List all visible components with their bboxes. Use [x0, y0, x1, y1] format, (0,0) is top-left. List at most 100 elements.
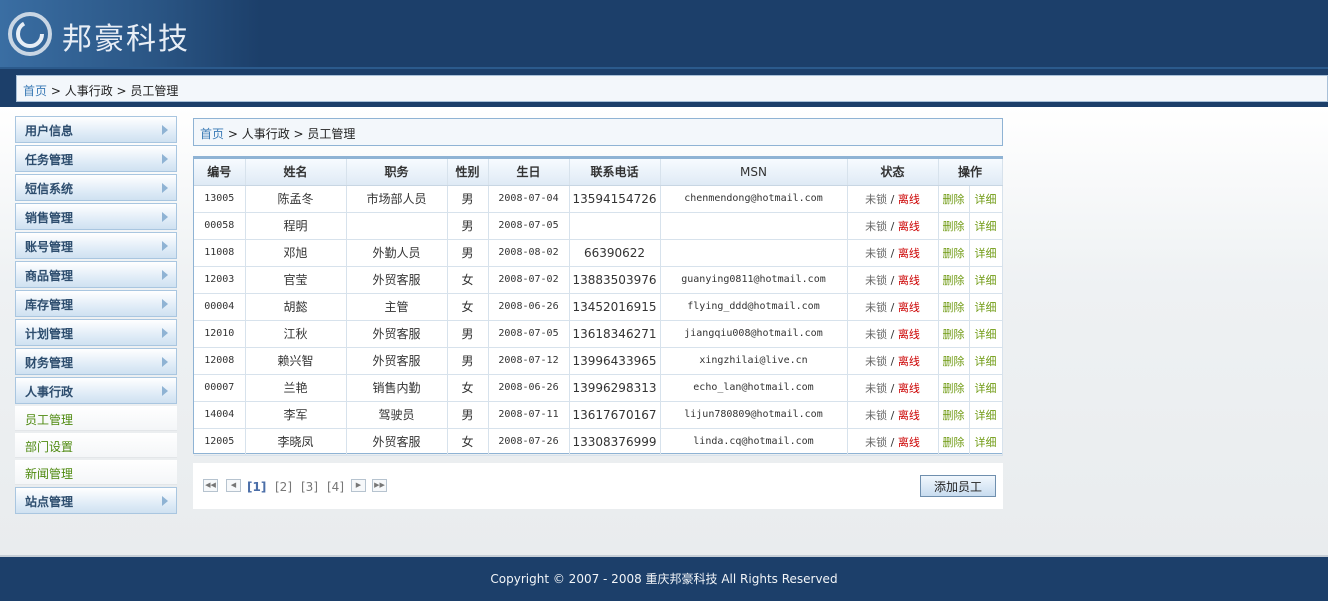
cell-msn — [660, 212, 848, 240]
delete-link[interactable]: 删除 — [943, 193, 965, 206]
chevron-right-icon — [162, 299, 168, 309]
cell-name: 李晓凤 — [245, 428, 347, 456]
column-header-birthday[interactable]: 生日 — [488, 159, 570, 186]
first-page-icon[interactable]: ◀◀ — [203, 479, 218, 492]
delete-link[interactable]: 删除 — [943, 328, 965, 341]
sidebar-subitem-label: 部门设置 — [25, 440, 74, 454]
online-status: 离线 — [897, 273, 920, 287]
delete-link[interactable]: 删除 — [943, 247, 965, 260]
detail-link[interactable]: 详细 — [975, 382, 997, 395]
page-link-2[interactable]: [2] — [275, 480, 292, 494]
cell-birthday: 2008-06-26 — [488, 374, 570, 402]
sidebar-item-sales[interactable]: 销售管理 — [15, 203, 177, 230]
column-header-title[interactable]: 职务 — [346, 159, 448, 186]
cell-name: 兰艳 — [245, 374, 347, 402]
status-separator: / — [890, 354, 895, 368]
cell-msn: flying_ddd@hotmail.com — [660, 293, 848, 321]
status-separator: / — [890, 192, 895, 206]
cell-detail: 详细 — [969, 347, 1003, 375]
sidebar-item-inventory[interactable]: 库存管理 — [15, 290, 177, 317]
add-employee-button[interactable]: 添加员工 — [920, 475, 996, 497]
brand-logo-icon — [8, 12, 52, 56]
detail-link[interactable]: 详细 — [975, 247, 997, 260]
delete-link[interactable]: 删除 — [943, 436, 965, 449]
detail-link[interactable]: 详细 — [975, 220, 997, 233]
app-footer: Copyright © 2007 - 2008 重庆邦豪科技 All Right… — [0, 555, 1328, 601]
delete-link[interactable]: 删除 — [943, 382, 965, 395]
cell-title: 外贸客服 — [346, 428, 448, 456]
lock-status: 未锁 — [865, 381, 888, 395]
cell-gender: 女 — [447, 266, 489, 294]
detail-link[interactable]: 详细 — [975, 355, 997, 368]
cell-id: 13005 — [194, 185, 246, 213]
employee-table: 编号 姓名 职务 性别 生日 联系电话 MSN 状态 操作 13005 陈孟冬 市场… — [194, 159, 1003, 456]
sidebar-subitem-employees[interactable]: 员工管理 — [15, 406, 177, 431]
sidebar-item-accounts[interactable]: 账号管理 — [15, 232, 177, 259]
lock-status: 未锁 — [865, 408, 888, 422]
sidebar-item-label: 站点管理 — [25, 495, 74, 509]
next-page-icon[interactable]: ▶ — [351, 479, 366, 492]
breadcrumb-home-link[interactable]: 首页 — [200, 127, 224, 141]
sidebar-subitem-news[interactable]: 新闻管理 — [15, 460, 177, 485]
cell-id: 14004 — [194, 401, 246, 429]
sidebar-item-finance[interactable]: 财务管理 — [15, 348, 177, 375]
cell-phone: 13996433965 — [569, 347, 661, 375]
detail-link[interactable]: 详细 — [975, 328, 997, 341]
prev-page-icon[interactable]: ◀ — [226, 479, 241, 492]
column-header-phone[interactable]: 联系电话 — [569, 159, 661, 186]
sidebar-item-label: 销售管理 — [25, 211, 74, 225]
cell-birthday: 2008-07-04 — [488, 185, 570, 213]
cell-delete: 删除 — [938, 320, 970, 348]
sidebar-item-products[interactable]: 商品管理 — [15, 261, 177, 288]
delete-link[interactable]: 删除 — [943, 274, 965, 287]
cell-phone: 13618346271 — [569, 320, 661, 348]
sidebar-menu: 用户信息 任务管理 短信系统 销售管理 账号管理 商品管理 库存管理 计划管理 … — [15, 116, 177, 516]
page-link-4[interactable]: [4] — [327, 480, 344, 494]
cell-phone — [569, 212, 661, 240]
cell-title: 外贸客服 — [346, 266, 448, 294]
cell-title — [346, 212, 448, 240]
detail-link[interactable]: 详细 — [975, 193, 997, 206]
sidebar-item-tasks[interactable]: 任务管理 — [15, 145, 177, 172]
delete-link[interactable]: 删除 — [943, 220, 965, 233]
sidebar-item-site[interactable]: 站点管理 — [15, 487, 177, 514]
cell-delete: 删除 — [938, 347, 970, 375]
cell-detail: 详细 — [969, 185, 1003, 213]
breadcrumb-home-link[interactable]: 首页 — [23, 84, 47, 98]
cell-msn: lijun780809@hotmail.com — [660, 401, 848, 429]
detail-link[interactable]: 详细 — [975, 301, 997, 314]
column-header-status[interactable]: 状态 — [847, 159, 939, 186]
cell-status: 未锁 / 离线 — [847, 239, 939, 267]
column-header-id[interactable]: 编号 — [194, 159, 246, 186]
table-row: 12010 江秋 外贸客服男 2008-07-05 13618346271 jiangqi… — [194, 320, 1003, 348]
main-breadcrumb: 首页 > 人事行政 > 员工管理 — [193, 118, 1003, 146]
sidebar-item-label: 人事行政 — [25, 385, 74, 399]
column-header-gender[interactable]: 性别 — [447, 159, 489, 186]
cell-id: 12003 — [194, 266, 246, 294]
delete-link[interactable]: 删除 — [943, 409, 965, 422]
page-link-1[interactable]: [1] — [247, 480, 266, 494]
cell-gender: 女 — [447, 428, 489, 456]
chevron-right-icon — [162, 154, 168, 164]
detail-link[interactable]: 详细 — [975, 436, 997, 449]
delete-link[interactable]: 删除 — [943, 301, 965, 314]
detail-link[interactable]: 详细 — [975, 274, 997, 287]
last-page-icon[interactable]: ▶▶ — [372, 479, 387, 492]
sidebar-subitem-label: 员工管理 — [25, 413, 74, 427]
cell-title: 外贸客服 — [346, 320, 448, 348]
cell-detail: 详细 — [969, 293, 1003, 321]
sidebar-item-label: 任务管理 — [25, 153, 74, 167]
sidebar-item-sms[interactable]: 短信系统 — [15, 174, 177, 201]
lock-status: 未锁 — [865, 327, 888, 341]
delete-link[interactable]: 删除 — [943, 355, 965, 368]
table-row: 12003 官莹 外贸客服女 2008-07-02 13883503976 guanyin… — [194, 266, 1003, 294]
cell-detail: 详细 — [969, 401, 1003, 429]
sidebar-item-user-info[interactable]: 用户信息 — [15, 116, 177, 143]
column-header-name[interactable]: 姓名 — [245, 159, 347, 186]
detail-link[interactable]: 详细 — [975, 409, 997, 422]
sidebar-item-plans[interactable]: 计划管理 — [15, 319, 177, 346]
sidebar-item-hr-admin[interactable]: 人事行政 — [15, 377, 177, 404]
sidebar-subitem-departments[interactable]: 部门设置 — [15, 433, 177, 458]
page-link-3[interactable]: [3] — [301, 480, 318, 494]
column-header-msn[interactable]: MSN — [660, 159, 848, 186]
